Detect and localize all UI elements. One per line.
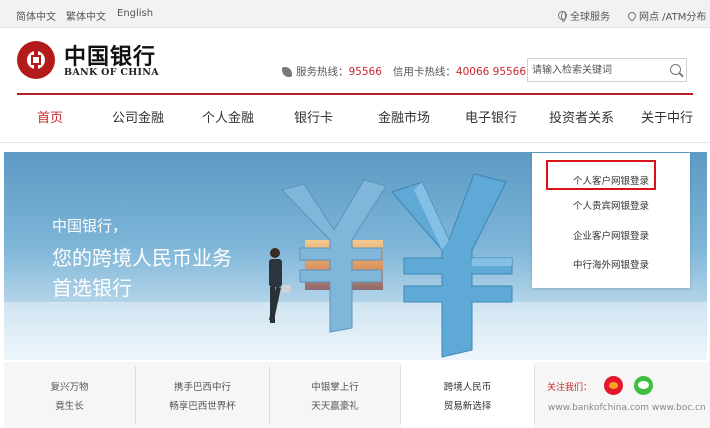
card-hotline-number: 40066 95566 [455, 65, 527, 78]
promo-link[interactable]: 复兴万物 竟生长 [4, 362, 135, 428]
brand-name-english: BANK OF CHINA [64, 67, 159, 78]
promo-link-active[interactable]: 跨境人民币 贸易新选择 [401, 362, 534, 428]
phone-icon [282, 66, 292, 77]
nav-about-boc[interactable]: 关于中行 [641, 107, 693, 126]
top-utility-bar: 简体中文 繁体中文 English 全球服务 网点 /ATM分布 [0, 0, 710, 28]
search-icon[interactable] [670, 64, 681, 75]
promo-link[interactable]: 携手巴西中行 畅享巴西世界杯 [136, 362, 269, 428]
service-hotline-label: 服务热线： [296, 66, 349, 78]
global-service-label: 全球服务 [570, 12, 610, 23]
main-nav: 首页 公司金融 个人金融 银行卡 金融市场 电子银行 投资者关系 关于中行 [17, 95, 693, 137]
personal-vip-online-banking-login[interactable]: 个人贵宾网银登录 [532, 198, 690, 212]
site-search [527, 58, 687, 82]
bank-of-china-logo[interactable] [17, 41, 55, 79]
search-input[interactable] [532, 62, 660, 78]
branches-atm-link[interactable]: 网点 /ATM分布 [626, 8, 707, 23]
lang-english[interactable]: English [117, 8, 153, 19]
nav-bank-cards[interactable]: 银行卡 [294, 107, 333, 126]
nav-financial-markets[interactable]: 金融市场 [378, 107, 430, 126]
banner-line-3: 首选银行 [52, 276, 132, 300]
banner-line-1: 中国银行， [52, 217, 128, 235]
overseas-online-banking-login[interactable]: 中行海外网银登录 [532, 257, 690, 271]
promo-link[interactable]: 中银掌上行 天天赢豪礼 [270, 362, 400, 428]
card-hotline-label: 信用卡热线： [392, 66, 456, 78]
hotline-info: 服务热线： 95566 信用卡热线： 40066 95566 [282, 64, 526, 79]
yuan-symbol-sculpture [281, 173, 513, 358]
global-service-link[interactable]: 全球服务 [558, 8, 610, 23]
wechat-icon[interactable] [634, 376, 653, 395]
divider [534, 366, 535, 424]
globe-icon [558, 11, 567, 22]
branches-atm-label: 网点 /ATM分布 [639, 12, 707, 23]
follow-us-label: 关注我们： [547, 383, 593, 393]
nav-corporate-banking[interactable]: 公司金融 [112, 107, 164, 126]
highlight-box [546, 160, 656, 190]
nav-e-banking[interactable]: 电子银行 [465, 107, 517, 126]
lang-traditional-chinese[interactable]: 繁体中文 [66, 8, 106, 23]
nav-home[interactable]: 首页 [37, 107, 63, 126]
nav-investor-relations[interactable]: 投资者关系 [549, 107, 614, 126]
businessman-figure [268, 248, 291, 323]
corporate-online-banking-login[interactable]: 企业客户网银登录 [532, 228, 690, 242]
lang-simplified-chinese[interactable]: 简体中文 [16, 8, 56, 23]
site-urls: www.bankofchina.com www.boc.cn [548, 403, 706, 413]
nav-personal-banking[interactable]: 个人金融 [202, 107, 254, 126]
service-hotline-number: 95566 [348, 65, 382, 78]
weibo-icon[interactable] [604, 376, 623, 395]
nav-bottom-rule [0, 142, 710, 143]
banner-line-2: 您的跨境人民币业务 [52, 246, 232, 270]
location-pin-icon [626, 9, 638, 22]
